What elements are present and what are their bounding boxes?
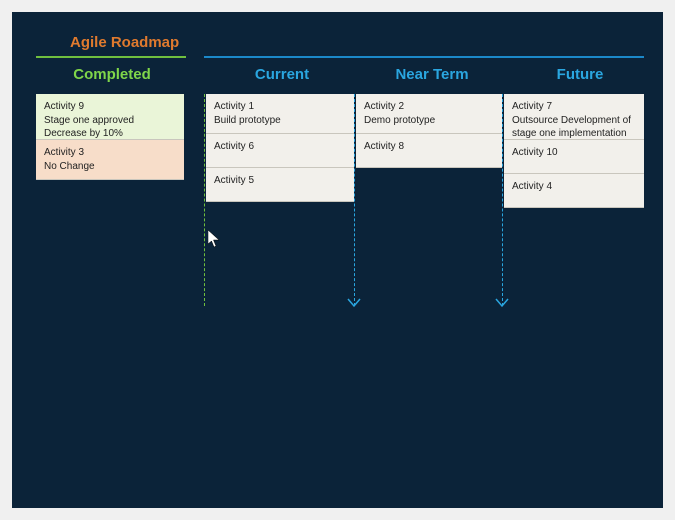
chevron-down-icon: [347, 298, 361, 312]
card-title: Activity 10: [512, 146, 636, 160]
card-desc: Build prototype: [214, 114, 346, 128]
divider-completed-current: [204, 94, 205, 306]
cursor-icon: [208, 230, 220, 248]
completed-underline: [36, 56, 186, 58]
divider-nearterm-future: [502, 94, 503, 306]
card-current-0[interactable]: Activity 1 Build prototype: [206, 94, 354, 134]
card-title: Activity 4: [512, 180, 636, 194]
card-title: Activity 2: [364, 100, 494, 114]
divider-current-nearterm: [354, 94, 355, 306]
card-title: Activity 8: [364, 140, 494, 154]
card-title: Activity 3: [44, 146, 176, 160]
card-future-0[interactable]: Activity 7 Outsource Development of stag…: [504, 94, 644, 140]
card-desc: Demo prototype: [364, 114, 494, 128]
card-completed-0[interactable]: Activity 9 Stage one approvedDecrease by…: [36, 94, 184, 140]
card-current-2[interactable]: Activity 5: [206, 168, 354, 202]
card-desc: No Change: [44, 160, 176, 174]
chevron-down-icon: [495, 298, 509, 312]
card-nearterm-0[interactable]: Activity 2 Demo prototype: [356, 94, 502, 134]
column-header-completed: Completed: [42, 66, 182, 83]
column-header-current: Current: [212, 66, 352, 83]
column-header-nearterm: Near Term: [362, 66, 502, 83]
card-current-1[interactable]: Activity 6: [206, 134, 354, 168]
card-desc: Outsource Development of stage one imple…: [512, 114, 636, 141]
card-title: Activity 9: [44, 100, 176, 114]
page-title: Agile Roadmap: [70, 34, 179, 51]
card-title: Activity 5: [214, 174, 346, 188]
card-title: Activity 6: [214, 140, 346, 154]
card-future-1[interactable]: Activity 10: [504, 140, 644, 174]
column-header-future: Future: [510, 66, 650, 83]
card-title: Activity 1: [214, 100, 346, 114]
card-desc: Stage one approvedDecrease by 10%: [44, 114, 176, 141]
roadmap-canvas: Agile Roadmap Completed Current Near Ter…: [12, 12, 663, 508]
card-completed-1[interactable]: Activity 3 No Change: [36, 140, 184, 180]
card-nearterm-1[interactable]: Activity 8: [356, 134, 502, 168]
card-title: Activity 7: [512, 100, 636, 114]
card-future-2[interactable]: Activity 4: [504, 174, 644, 208]
main-underline: [204, 56, 644, 58]
